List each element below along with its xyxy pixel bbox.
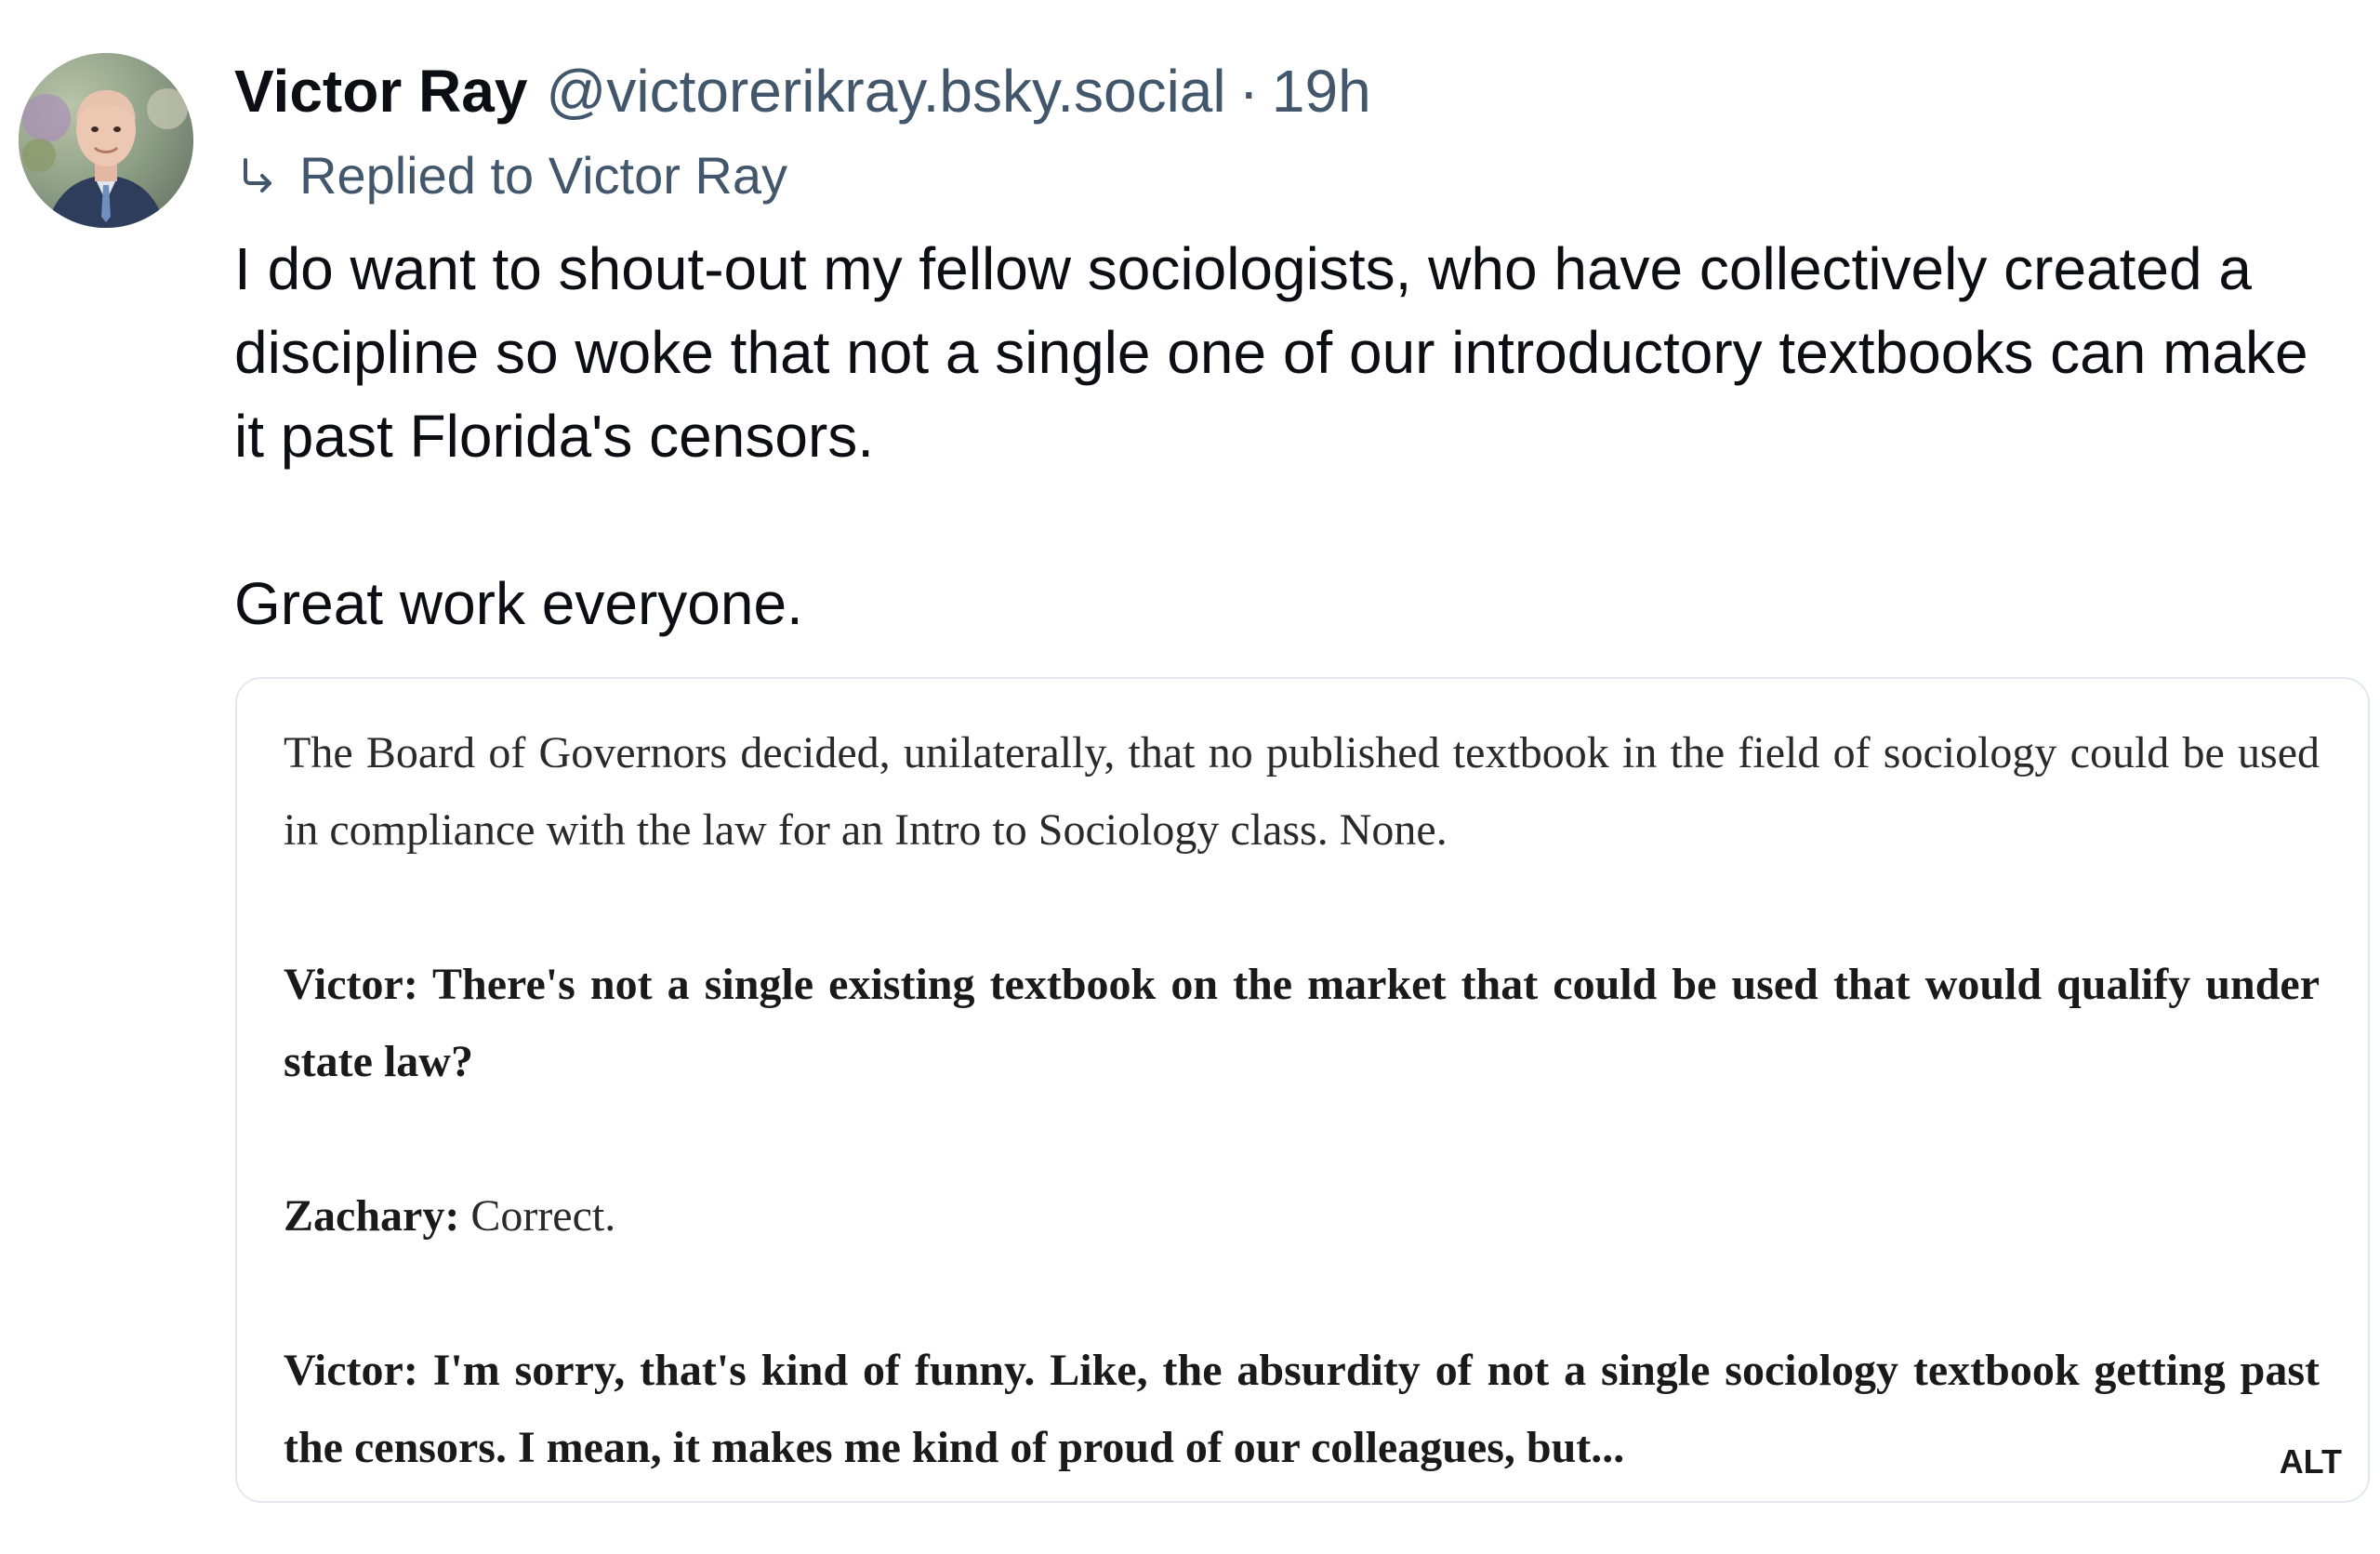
- post-text-paragraph: I do want to shout-out my fellow sociolo…: [234, 235, 2308, 470]
- embed-speaker-text: Correct.: [459, 1191, 616, 1241]
- reply-label[interactable]: Replied to Victor Ray: [299, 145, 787, 206]
- avatar[interactable]: [19, 53, 193, 228]
- embedded-image-text: The Board of Governors decided, unilater…: [284, 714, 2320, 1486]
- embed-paragraph: Victor: There's not a single existing te…: [284, 960, 2320, 1086]
- post-text-paragraph: Great work everyone.: [234, 570, 803, 637]
- post-header: Victor Ray @victorerikray.bsky.social · …: [234, 54, 1371, 128]
- image-embed[interactable]: The Board of Governors decided, unilater…: [235, 677, 2370, 1503]
- embed-speaker-label: Zachary:: [284, 1191, 460, 1241]
- embed-paragraph: Victor: I'm sorry, that's kind of funny.…: [284, 1346, 2320, 1472]
- reply-context[interactable]: Replied to Victor Ray: [234, 141, 787, 208]
- embed-paragraph: Zachary: Correct.: [284, 1177, 2320, 1255]
- post-timestamp[interactable]: 19h: [1272, 54, 1371, 128]
- post[interactable]: Victor Ray @victorerikray.bsky.social · …: [0, 0, 2380, 1554]
- embed-paragraph: The Board of Governors decided, unilater…: [284, 728, 2320, 855]
- post-body: I do want to shout-out my fellow sociolo…: [234, 227, 2335, 645]
- author-handle[interactable]: @victorerikray.bsky.social: [546, 54, 1225, 128]
- alt-text-badge[interactable]: ALT: [2266, 1436, 2355, 1488]
- reply-arrow-icon: [234, 153, 279, 197]
- author-display-name[interactable]: Victor Ray: [234, 54, 527, 128]
- user-avatar-image: [19, 53, 193, 228]
- separator-dot: ·: [1238, 58, 1259, 125]
